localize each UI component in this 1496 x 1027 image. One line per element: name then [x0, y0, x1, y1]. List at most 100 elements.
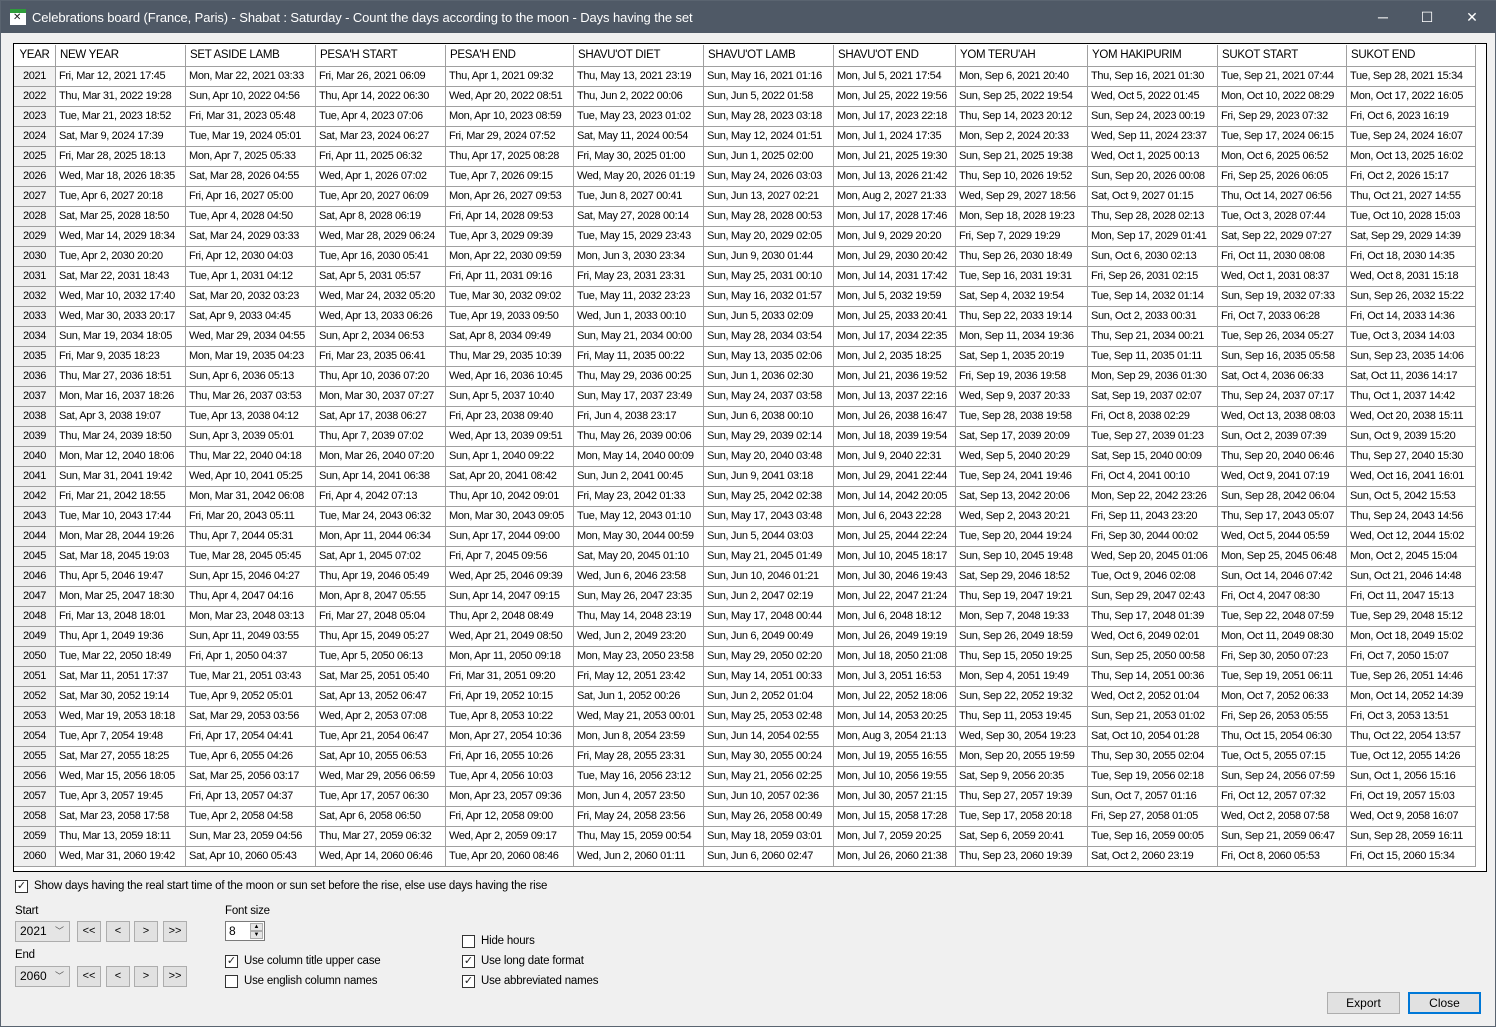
table-row[interactable]: 2042 Fri, Mar 21, 2042 18:55 Mon, Mar 31, … — [14, 487, 1486, 507]
column-header[interactable]: SUKOT START — [1218, 45, 1347, 67]
export-button[interactable]: Export — [1327, 992, 1400, 1014]
maximize-button[interactable]: ☐ — [1405, 1, 1449, 33]
table-row[interactable]: 2022 Thu, Mar 31, 2022 19:28 Sun, Apr 10, … — [14, 87, 1486, 107]
close-window-button[interactable]: ✕ — [1450, 1, 1494, 33]
close-button[interactable]: Close — [1408, 992, 1481, 1014]
minimize-button[interactable]: ─ — [1361, 1, 1405, 33]
table-cell: Sun, Jun 6, 2038 00:10 — [704, 407, 834, 427]
table-cell: Tue, Sep 26, 2051 14:46 — [1347, 667, 1476, 687]
table-cell: Mon, Jul 21, 2025 19:30 — [834, 147, 956, 167]
table-cell: Thu, Mar 31, 2022 19:28 — [56, 87, 186, 107]
table-row[interactable]: 2031 Sat, Mar 22, 2031 18:43 Tue, Apr 1, 2… — [14, 267, 1486, 287]
table-row[interactable]: 2052 Sat, Mar 30, 2052 19:14 Tue, Apr 9, 2… — [14, 687, 1486, 707]
font-size-stepper[interactable]: 8 ▲ ▼ — [225, 921, 265, 941]
abbreviated-checkbox[interactable]: ✓ — [462, 975, 475, 988]
table-row[interactable]: 2044 Mon, Mar 28, 2044 19:26 Thu, Apr 7, 2… — [14, 527, 1486, 547]
table-cell: Thu, Oct 15, 2054 06:30 — [1218, 727, 1347, 747]
column-header[interactable]: PESA'H END — [446, 45, 574, 67]
end-last-button[interactable]: >> — [163, 966, 187, 987]
table-cell: Mon, Jul 17, 2023 22:18 — [834, 107, 956, 127]
table-row[interactable]: 2055 Sat, Mar 27, 2055 18:25 Tue, Apr 6, 2… — [14, 747, 1486, 767]
table-cell: Fri, Oct 14, 2033 14:36 — [1347, 307, 1476, 327]
table-row[interactable]: 2045 Sat, Mar 18, 2045 19:03 Tue, Mar 28, … — [14, 547, 1486, 567]
end-year-select[interactable]: 2060 ﹀ — [15, 966, 70, 987]
table-cell: Mon, Mar 30, 2037 07:27 — [316, 387, 446, 407]
table-row[interactable]: 2023 Tue, Mar 21, 2023 18:52 Fri, Mar 31, … — [14, 107, 1486, 127]
column-header[interactable]: SHAVU'OT END — [834, 45, 956, 67]
end-next-button[interactable]: > — [134, 966, 158, 987]
table-cell: Tue, Sep 19, 2051 06:11 — [1218, 667, 1347, 687]
table-row[interactable]: 2034 Sun, Mar 19, 2034 18:05 Wed, Mar 29, … — [14, 327, 1486, 347]
column-header[interactable]: SHAVU'OT DIET — [574, 45, 704, 67]
table-cell: Tue, Mar 21, 2023 18:52 — [56, 107, 186, 127]
table-row[interactable]: 2041 Sun, Mar 31, 2041 19:42 Wed, Apr 10, … — [14, 467, 1486, 487]
table-row[interactable]: 2027 Tue, Apr 6, 2027 20:18 Fri, Apr 16, 2… — [14, 187, 1486, 207]
table-cell: Sat, Jun 1, 2052 00:26 — [574, 687, 704, 707]
long-date-checkbox[interactable]: ✓ — [462, 955, 475, 968]
table-cell: Thu, Oct 14, 2027 06:56 — [1218, 187, 1347, 207]
table-row[interactable]: 2035 Fri, Mar 9, 2035 18:23 Mon, Mar 19, 2… — [14, 347, 1486, 367]
start-prev-button[interactable]: < — [106, 921, 130, 942]
end-prev-button[interactable]: < — [106, 966, 130, 987]
table-row[interactable]: 2033 Wed, Mar 30, 2033 20:17 Sat, Apr 9, 2… — [14, 307, 1486, 327]
table-row[interactable]: 2036 Thu, Mar 27, 2036 18:51 Sun, Apr 6, 2… — [14, 367, 1486, 387]
table-row[interactable]: 2058 Sat, Mar 23, 2058 17:58 Tue, Apr 2, 2… — [14, 807, 1486, 827]
column-header[interactable]: SET ASIDE LAMB — [186, 45, 316, 67]
hide-hours-checkbox[interactable] — [462, 935, 475, 948]
table-row[interactable]: 2049 Thu, Apr 1, 2049 19:36 Sun, Apr 11, 2… — [14, 627, 1486, 647]
table-cell: Mon, May 23, 2050 23:58 — [574, 647, 704, 667]
table-row[interactable]: 2057 Tue, Apr 3, 2057 19:45 Fri, Apr 13, 2… — [14, 787, 1486, 807]
column-header[interactable]: YEAR — [14, 45, 56, 67]
table-cell: Thu, May 15, 2059 00:54 — [574, 827, 704, 847]
column-header[interactable]: SUKOT END — [1347, 45, 1476, 67]
table-row[interactable]: 2037 Mon, Mar 16, 2037 18:26 Thu, Mar 26, … — [14, 387, 1486, 407]
spin-down-icon[interactable]: ▼ — [250, 931, 263, 939]
table-row[interactable]: 2038 Sat, Apr 3, 2038 19:07 Tue, Apr 13, 2… — [14, 407, 1486, 427]
table-row[interactable]: 2056 Wed, Mar 15, 2056 18:05 Sat, Mar 25, … — [14, 767, 1486, 787]
show-real-start-checkbox[interactable]: ✓ — [15, 880, 28, 893]
table-row[interactable]: 2051 Sat, Mar 11, 2051 17:37 Tue, Mar 21, … — [14, 667, 1486, 687]
end-first-button[interactable]: << — [77, 966, 101, 987]
celebrations-grid[interactable]: YEAR NEW YEAR SET ASIDE LAMB PESA'H START PE… — [13, 43, 1487, 872]
table-row[interactable]: 2032 Wed, Mar 10, 2032 17:40 Sat, Mar 20, … — [14, 287, 1486, 307]
start-year-select[interactable]: 2021 ﹀ — [15, 921, 70, 942]
table-row[interactable]: 2028 Sat, Mar 25, 2028 18:50 Tue, Apr 4, 2… — [14, 207, 1486, 227]
spin-up-icon[interactable]: ▲ — [250, 923, 263, 931]
table-row[interactable]: 2021 Fri, Mar 12, 2021 17:45 Mon, Mar 22, … — [14, 67, 1486, 87]
table-cell: Fri, Oct 11, 2030 08:08 — [1218, 247, 1347, 267]
table-cell: Sun, Apr 15, 2046 04:27 — [186, 567, 316, 587]
table-cell: Mon, Oct 17, 2022 16:05 — [1347, 87, 1476, 107]
table-row[interactable]: 2025 Fri, Mar 28, 2025 18:13 Mon, Apr 7, 2… — [14, 147, 1486, 167]
table-row[interactable]: 2060 Wed, Mar 31, 2060 19:42 Sat, Apr 10, … — [14, 847, 1486, 867]
table-row[interactable]: 2024 Sat, Mar 9, 2024 17:39 Tue, Mar 19, 2… — [14, 127, 1486, 147]
table-cell: Mon, Jul 9, 2040 22:31 — [834, 447, 956, 467]
table-row[interactable]: 2030 Tue, Apr 2, 2030 20:20 Fri, Apr 12, 2… — [14, 247, 1486, 267]
table-row[interactable]: 2054 Tue, Apr 7, 2054 19:48 Fri, Apr 17, 2… — [14, 727, 1486, 747]
table-row[interactable]: 2047 Mon, Mar 25, 2047 18:30 Thu, Apr 4, 2… — [14, 587, 1486, 607]
table-row[interactable]: 2048 Fri, Mar 13, 2048 18:01 Mon, Mar 23, … — [14, 607, 1486, 627]
long-date-label: Use long date format — [481, 955, 584, 967]
start-first-button[interactable]: << — [77, 921, 101, 942]
table-row[interactable]: 2059 Thu, Mar 13, 2059 18:11 Sun, Mar 23, … — [14, 827, 1486, 847]
column-header[interactable]: PESA'H START — [316, 45, 446, 67]
column-header[interactable]: NEW YEAR — [56, 45, 186, 67]
table-row[interactable]: 2029 Wed, Mar 14, 2029 18:34 Sat, Mar 24, … — [14, 227, 1486, 247]
table-cell: Fri, Oct 4, 2041 00:10 — [1088, 467, 1218, 487]
upper-case-checkbox[interactable]: ✓ — [225, 955, 238, 968]
end-label: End — [15, 949, 35, 961]
table-row[interactable]: 2043 Tue, Mar 10, 2043 17:44 Fri, Mar 20, … — [14, 507, 1486, 527]
table-row[interactable]: 2039 Thu, Mar 24, 2039 18:50 Sun, Apr 3, 2… — [14, 427, 1486, 447]
table-row[interactable]: 2040 Mon, Mar 12, 2040 18:06 Thu, Mar 22, … — [14, 447, 1486, 467]
table-row[interactable]: 2026 Wed, Mar 18, 2026 18:35 Sat, Mar 28, … — [14, 167, 1486, 187]
column-header[interactable]: YOM TERU'AH — [956, 45, 1088, 67]
table-row[interactable]: 2050 Tue, Mar 22, 2050 18:49 Fri, Apr 1, 2… — [14, 647, 1486, 667]
start-next-button[interactable]: > — [134, 921, 158, 942]
column-header[interactable]: SHAVU'OT LAMB — [704, 45, 834, 67]
start-last-button[interactable]: >> — [163, 921, 187, 942]
table-row[interactable]: 2046 Thu, Apr 5, 2046 19:47 Sun, Apr 15, 2… — [14, 567, 1486, 587]
column-header[interactable]: YOM HAKIPURIM — [1088, 45, 1218, 67]
table-cell: Mon, Apr 27, 2054 10:36 — [446, 727, 574, 747]
table-row[interactable]: 2053 Wed, Mar 19, 2053 18:18 Sat, Mar 29, … — [14, 707, 1486, 727]
english-names-checkbox[interactable] — [225, 975, 238, 988]
table-cell: Sun, Jun 6, 2060 02:47 — [704, 847, 834, 867]
